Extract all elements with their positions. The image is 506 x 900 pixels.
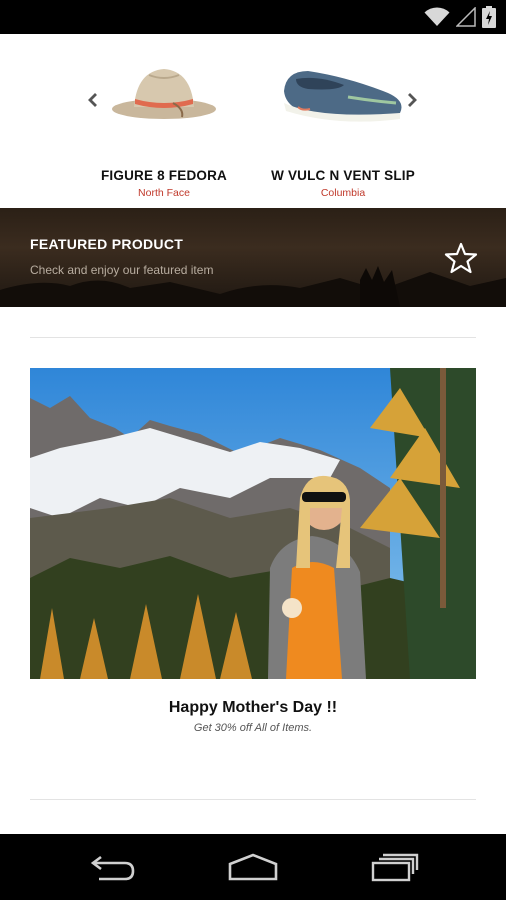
home-icon: [228, 853, 278, 881]
status-bar: [0, 0, 506, 34]
featured-product-banner[interactable]: FEATURED PRODUCT Check and enjoy our fea…: [0, 208, 506, 307]
product-card[interactable]: W VULC N VENT SLIP Columbia: [253, 34, 433, 208]
product-name: W VULC N VENT SLIP: [271, 168, 415, 183]
featured-title: FEATURED PRODUCT: [30, 236, 184, 252]
product-brand: Columbia: [320, 187, 366, 199]
favorite-button[interactable]: [444, 241, 478, 275]
navigation-bar: [0, 834, 506, 900]
chevron-right-icon: [408, 93, 417, 107]
fedora-hat-image: [94, 44, 234, 139]
promo-subtitle: Get 30% off All of Items.: [193, 722, 313, 734]
recents-icon: [371, 853, 419, 882]
product-name: FIGURE 8 FEDORA: [100, 168, 227, 183]
slip-on-shoe-image: [273, 44, 413, 139]
carousel-next-button[interactable]: [402, 90, 422, 110]
signal-icon: [456, 7, 476, 27]
mountain-silhouette-background: [0, 266, 506, 307]
recent-apps-button[interactable]: [366, 850, 422, 884]
divider: [30, 799, 476, 800]
back-arrow-icon: [90, 855, 135, 881]
promo-title: Happy Mother's Day !!: [168, 699, 338, 716]
product-card[interactable]: FIGURE 8 FEDORA North Face: [74, 34, 254, 208]
home-button[interactable]: [225, 850, 281, 884]
wifi-icon: [424, 7, 450, 26]
product-carousel: FIGURE 8 FEDORA North Face W VULC N VENT…: [0, 34, 506, 208]
back-button[interactable]: [84, 850, 140, 884]
battery-icon: [482, 6, 496, 28]
featured-subtitle: Check and enjoy our featured item: [30, 263, 214, 277]
product-brand: North Face: [138, 187, 190, 199]
promo-image[interactable]: [30, 368, 476, 679]
status-icons: [424, 5, 496, 29]
star-icon: [444, 242, 478, 274]
divider: [30, 337, 476, 338]
